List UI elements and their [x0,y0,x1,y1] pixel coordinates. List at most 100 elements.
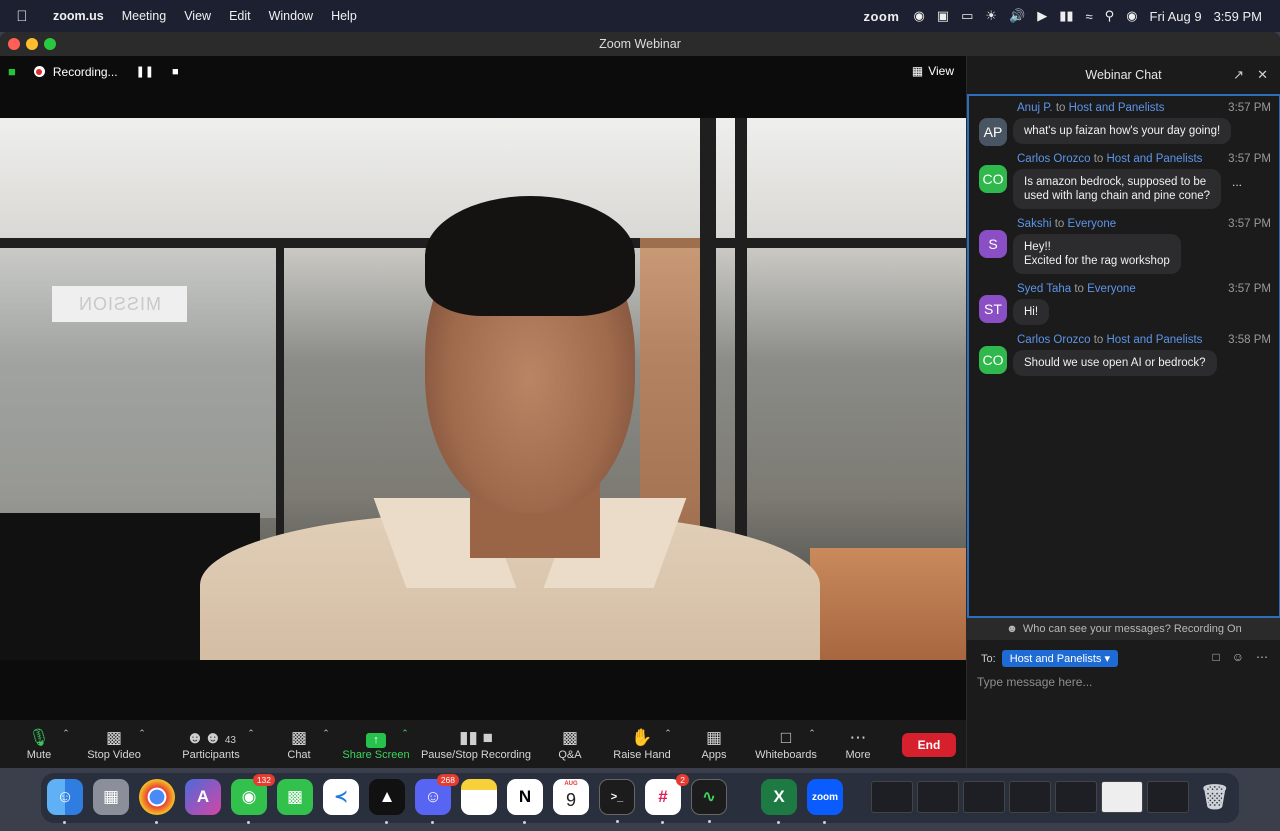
menu-date[interactable]: Fri Aug 9 [1150,9,1202,24]
dock-messages[interactable]: ◉ 132 [231,774,275,824]
minimized-window-thumbnail[interactable] [1147,781,1189,813]
apple-menu-icon[interactable]:  [0,8,44,25]
video-options-chevron-icon[interactable]: ⌃ [136,720,148,768]
participants-button[interactable]: ☻☻ 43 Participants [178,720,244,768]
chat-message-list[interactable]: AP Anuj P. to Host and Panelists 3:57 PM… [967,94,1280,618]
close-window-button[interactable] [8,38,20,50]
dock-cursor[interactable]: ▲ [369,779,405,824]
dock-slack[interactable]: # 2 [645,774,689,824]
minimized-window-thumbnail[interactable] [963,781,1005,813]
menu-meeting[interactable]: Meeting [113,9,175,23]
emoji-icon[interactable]: ☺ [1232,650,1244,664]
raise-hand-options-chevron-icon[interactable]: ⌃ [662,720,674,768]
mute-label: Mute [26,749,52,761]
menu-window[interactable]: Window [260,9,322,23]
minimized-window-thumbnail[interactable] [1101,781,1143,813]
mute-options-chevron-icon[interactable]: ⌃ [60,720,72,768]
dock-facetime[interactable]: ▩ [277,779,313,815]
record-status-icon[interactable]: ◉ [913,8,924,24]
avatar-initials: CO [982,352,1004,368]
zoom-status-item[interactable]: zoom [863,9,899,24]
pause-stop-recording-button[interactable]: ▮▮ ■ Pause/Stop Recording [420,720,532,768]
dock-excel[interactable]: X [761,779,797,824]
play-icon[interactable]: ▶ [1037,8,1047,24]
message-header: Carlos Orozco to Host and Panelists [1017,153,1202,165]
sender-name[interactable]: Syed Taha [1017,283,1071,295]
control-center-icon[interactable]: ◉ [1126,8,1137,24]
more-button[interactable]: ⋯ More [840,720,876,768]
share-options-chevron-icon[interactable]: ⌃ [399,720,411,768]
minimized-window-thumbnail[interactable] [1055,781,1097,813]
message-bubble[interactable]: Should we use open AI or bedrock? [1013,350,1217,376]
recipient-name: Everyone [1067,218,1117,230]
dock-activity-monitor[interactable]: ∿ [691,779,727,823]
dock-launchpad[interactable]: ▦ [93,779,129,815]
dock-discord[interactable]: ☺ 268 [415,774,459,824]
dock-notion[interactable]: N [507,779,543,824]
chat-options-chevron-icon[interactable]: ⌃ [320,720,332,768]
dock-affinity[interactable]: A [185,779,221,815]
grid-icon: ▦ [911,64,924,78]
message-bubble[interactable]: Is amazon bedrock, supposed to be used w… [1013,169,1222,209]
menu-view[interactable]: View [175,9,220,23]
volume-icon[interactable]: 🔊 [1009,8,1025,24]
participants-options-chevron-icon[interactable]: ⌃ [245,720,257,768]
menu-edit[interactable]: Edit [220,9,260,23]
message-header: Sakshi to Everyone [1017,218,1116,230]
dock-finder[interactable]: ☺ [47,779,83,824]
view-button[interactable]: ▦ View [912,64,954,78]
minimized-window-thumbnail[interactable] [917,781,959,813]
chat-button[interactable]: ▩ Chat [280,720,318,768]
brightness-icon[interactable]: ☀ [985,8,997,24]
dock-notes[interactable] [461,779,497,815]
dock-calendar[interactable]: AUG 9 [553,779,589,815]
dock: ☺ ▦ A ◉ 132 ▩ ≺ ▲ ☺ 268 N AUG 9 >_ # 2 ∿… [40,772,1240,824]
spotlight-search-icon[interactable]: ⚲ [1105,8,1115,24]
minimized-window-thumbnail[interactable] [871,781,913,813]
message-input[interactable] [977,670,1271,694]
stop-video-button[interactable]: ▩ Stop Video [84,720,144,768]
dock-zoom[interactable]: zoom [807,779,843,824]
stop-recording-icon[interactable]: ■ [172,66,179,78]
sender-name[interactable]: Anuj P. [1017,102,1053,114]
shield-icon[interactable]: ■ [8,64,16,79]
message-bubble[interactable]: what's up faizan how's your day going! [1013,118,1232,144]
battery-icon[interactable]: ▮▮ [1059,8,1073,24]
minimize-window-button[interactable] [26,38,38,50]
recipient-dropdown[interactable]: Host and Panelists ▾ [1001,650,1118,667]
pop-out-icon[interactable]: ↗ [1233,67,1244,83]
whiteboards-options-chevron-icon[interactable]: ⌃ [806,720,818,768]
dock-terminal[interactable]: >_ [599,779,635,823]
menu-time[interactable]: 3:59 PM [1214,9,1262,24]
sender-name[interactable]: Carlos Orozco [1017,153,1091,165]
pause-stop-icon: ▮▮ ■ [459,728,493,747]
zoom-window-button[interactable] [44,38,56,50]
wifi-icon[interactable]: ≈ [1086,9,1093,24]
qa-button[interactable]: ▩ Q&A [552,720,588,768]
dock-trash[interactable]: 🗑 [1197,779,1233,815]
extension-icon[interactable]: ▣ [937,8,949,24]
chat-bubble-icon: ▩ [290,728,308,747]
message-bubble[interactable]: Hey!! Excited for the rag workshop [1013,234,1181,274]
mute-button[interactable]: 🎙 Mute [22,720,56,768]
menu-help[interactable]: Help [322,9,366,23]
privacy-notice[interactable]: ☻ Who can see your messages? Recording O… [967,618,1280,640]
display-icon[interactable]: ▭ [961,8,973,24]
end-button[interactable]: End [902,733,956,757]
to-word: to [1093,334,1104,346]
sender-name[interactable]: Sakshi [1017,218,1052,230]
apps-button[interactable]: ▦ Apps [696,720,732,768]
dock-chrome[interactable] [139,779,175,824]
message-bubble[interactable]: Hi! [1013,299,1050,325]
close-icon[interactable]: ✕ [1257,67,1268,83]
sender-name[interactable]: Carlos Orozco [1017,334,1091,346]
file-icon[interactable]: □ [1212,650,1219,664]
message-more-options-icon[interactable]: ... [1232,175,1242,189]
pause-recording-icon[interactable]: ❚❚ [136,65,154,78]
more-options-icon[interactable]: ⋯ [1256,650,1268,664]
zoom-icon: zoom [811,791,839,803]
dock-vscode[interactable]: ≺ [323,779,359,815]
minimized-window-thumbnail[interactable] [1009,781,1051,813]
menu-app-name[interactable]: zoom.us [44,9,113,23]
recipient-name: Host and Panelists [1106,153,1203,165]
